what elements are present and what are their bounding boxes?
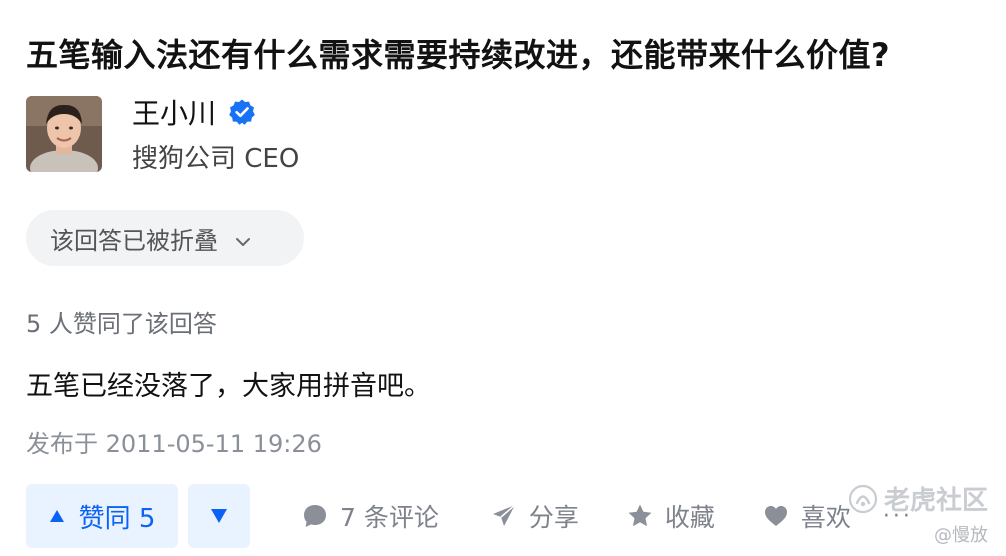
- voters-count[interactable]: 5 人赞同了该回答: [26, 304, 217, 339]
- author-card: 王小川 搜狗公司 CEO: [26, 94, 299, 175]
- downvote-button[interactable]: [188, 484, 250, 548]
- watermark-brand-row: 老虎社区: [848, 480, 988, 517]
- question-title[interactable]: 五笔输入法还有什么需求需要持续改进，还能带来什么价值?: [26, 30, 890, 76]
- comments-label: 7 条评论: [340, 503, 439, 532]
- like-button[interactable]: 喜欢: [763, 484, 851, 548]
- avatar-image: [26, 96, 102, 172]
- upvote-button[interactable]: 赞同 5: [26, 484, 178, 548]
- watermark-user: @慢放: [934, 525, 988, 546]
- verified-badge-icon: [228, 98, 256, 126]
- watermark-brand: 老虎社区: [883, 486, 988, 516]
- triangle-up-icon: [49, 510, 64, 522]
- heart-icon: [764, 506, 787, 526]
- collapsed-answer-toggle[interactable]: 该回答已被折叠: [26, 210, 304, 266]
- share-label: 分享: [528, 503, 579, 532]
- author-meta: 王小川 搜狗公司 CEO: [132, 94, 299, 175]
- like-label: 喜欢: [800, 503, 851, 532]
- collect-label: 收藏: [664, 503, 715, 532]
- star-icon: [628, 504, 652, 527]
- triangle-down-icon: [211, 509, 227, 523]
- collect-button[interactable]: 收藏: [627, 484, 715, 548]
- comments-button[interactable]: 7 条评论: [302, 484, 439, 548]
- collapsed-label: 该回答已被折叠: [50, 226, 218, 255]
- author-name[interactable]: 王小川: [132, 92, 216, 132]
- chevron-down-icon: [234, 229, 252, 247]
- author-headline: 搜狗公司 CEO: [132, 143, 300, 174]
- watermark: 老虎社区 @慢放: [848, 480, 988, 547]
- avatar[interactable]: [26, 96, 102, 172]
- upvote-label: 赞同 5: [78, 503, 156, 534]
- author-name-row: 王小川: [132, 94, 299, 130]
- share-button[interactable]: 分享: [491, 484, 579, 548]
- paper-plane-icon: [492, 504, 516, 526]
- publish-time[interactable]: 发布于 2011-05-11 19:26: [26, 424, 322, 459]
- tiger-logo-icon: [848, 484, 878, 513]
- comment-bubble-icon: [304, 505, 326, 527]
- answer-body: 五笔已经没落了，大家用拼音吧。: [26, 371, 431, 402]
